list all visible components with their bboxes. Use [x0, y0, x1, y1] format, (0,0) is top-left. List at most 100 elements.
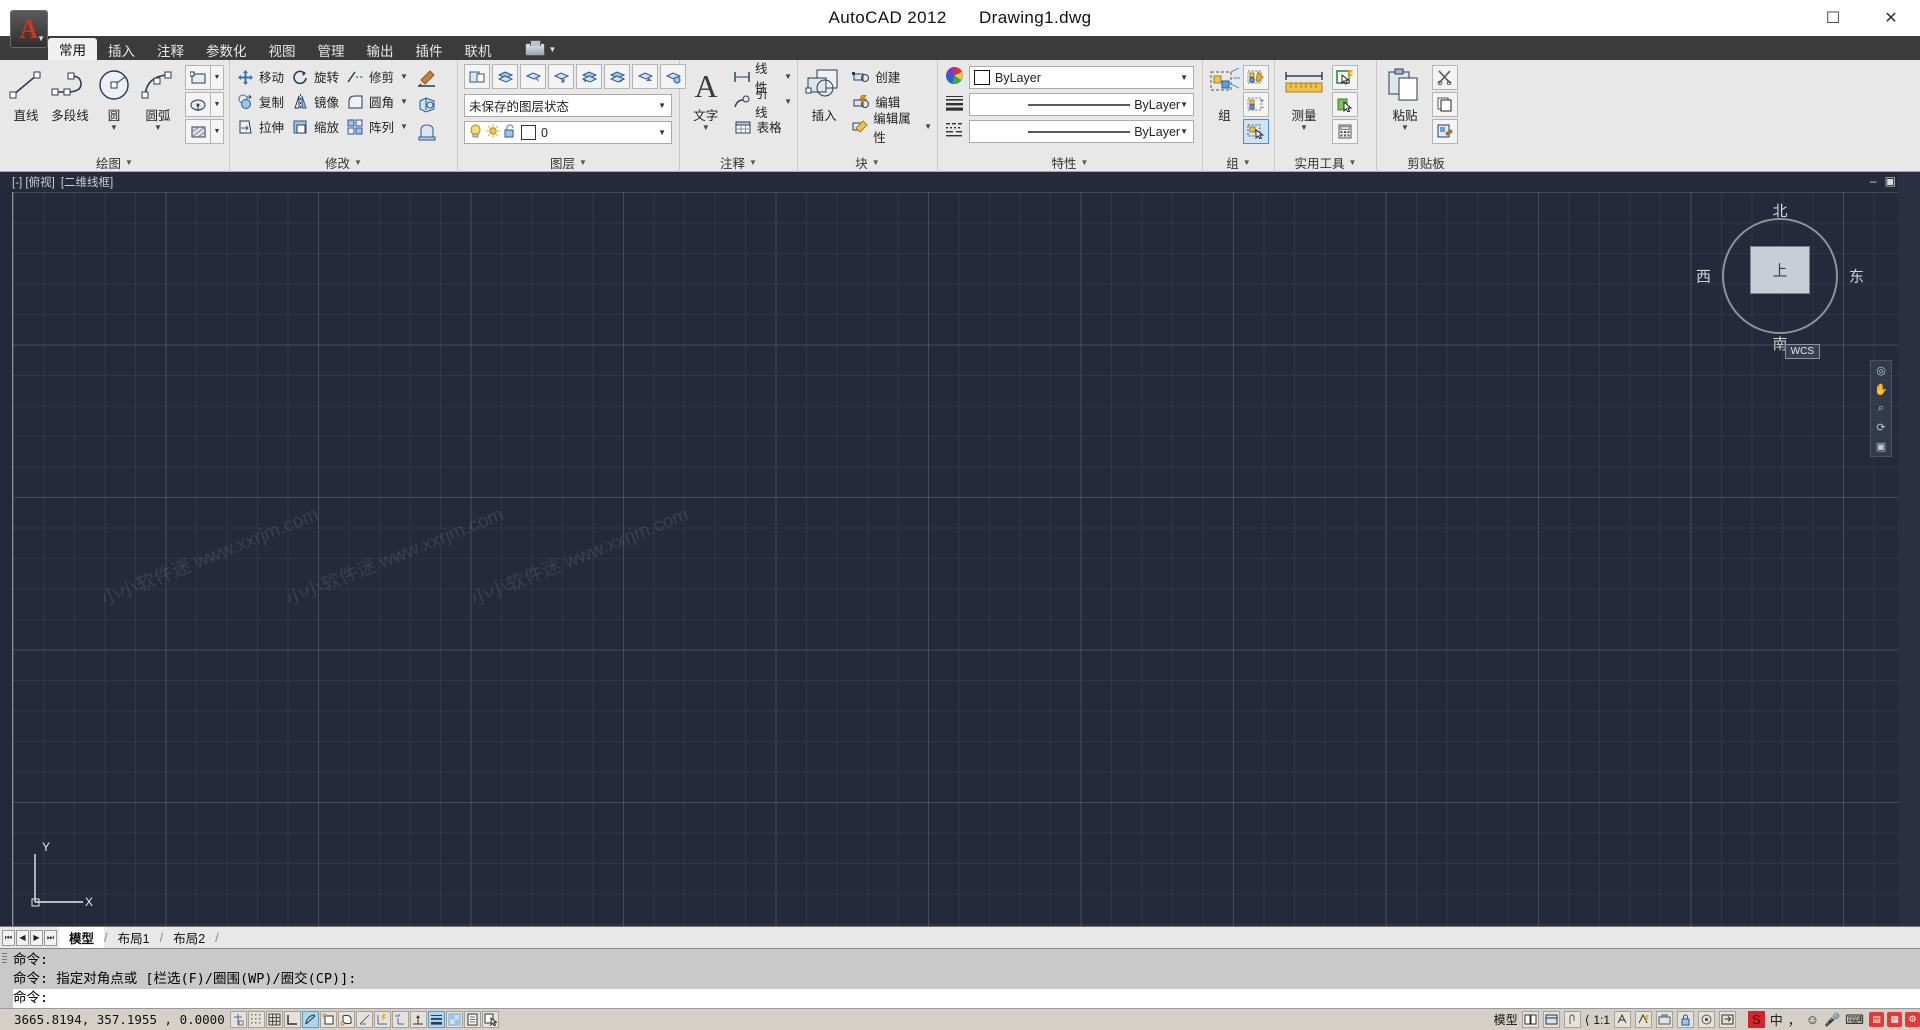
layout-tab-layout2[interactable]: 布局2 [163, 927, 216, 948]
toolbox-icon[interactable]: ▤ [1869, 1012, 1884, 1027]
smiley-icon[interactable]: ☺ [1806, 1012, 1819, 1027]
chevron-down-icon[interactable]: ▼ [110, 124, 118, 132]
command-line[interactable]: 命令: 命令: 指定对角点或 [栏选(F)/圈围(WP)/圈交(CP)]: 命令… [0, 948, 1920, 1008]
tray-settings-icon[interactable]: ⚙ [1905, 1012, 1920, 1027]
object-snap-icon[interactable] [320, 1011, 337, 1028]
draw-ellipse-button[interactable]: ▼ [185, 91, 224, 118]
property-color-row[interactable]: ByLayer ▼ [945, 65, 1194, 90]
layer-state-combo[interactable]: 未保存的图层状态 ▼ [464, 94, 672, 117]
draw-hatch-button[interactable]: ▼ [185, 118, 224, 145]
tab-联机[interactable]: 联机 [454, 39, 503, 60]
group-create-button[interactable]: 组 [1208, 64, 1241, 124]
chevron-down-icon[interactable]: ▼ [211, 65, 224, 90]
clean-screen-icon[interactable] [1719, 1011, 1737, 1028]
transparency-icon[interactable] [446, 1011, 463, 1028]
annotation-leader-button[interactable]: 引线 ▼ [733, 87, 792, 120]
layout-first-button[interactable]: ⏮ [2, 929, 15, 946]
lightbulb-icon[interactable] [469, 124, 482, 141]
chevron-down-icon[interactable]: ▼ [1401, 124, 1409, 132]
property-color-combo[interactable]: ByLayer ▼ [969, 66, 1194, 89]
tab-参数化[interactable]: 参数化 [195, 39, 258, 60]
chevron-down-icon[interactable]: ▼ [749, 158, 757, 167]
draw-polyline-button[interactable]: 多段线 [49, 64, 91, 124]
tab-插件[interactable]: 插件 [405, 39, 454, 60]
status-scale-label[interactable]: 1:1 [1593, 1013, 1610, 1027]
toolbar-lock-icon[interactable] [1677, 1011, 1695, 1028]
pan-status-icon[interactable] [1563, 1011, 1581, 1028]
coordinate-display[interactable]: 3665.8194, 357.1955 , 0.0000 [0, 1012, 230, 1027]
layout-next-button[interactable]: ▶ [30, 929, 43, 946]
chevron-down-icon[interactable]: ▼ [1180, 73, 1191, 82]
tab-视图[interactable]: 视图 [258, 39, 307, 60]
workspace-switching-icon[interactable] [1656, 1011, 1674, 1028]
group-selection-icon[interactable] [1243, 119, 1269, 144]
match-properties-icon[interactable] [414, 65, 440, 90]
grid-display-icon[interactable] [266, 1011, 283, 1028]
chevron-down-icon[interactable]: ▼ [400, 122, 408, 131]
draw-circle-button[interactable]: 圆 ▼ [93, 64, 135, 132]
select-similar-icon[interactable] [1332, 92, 1358, 117]
cut-icon[interactable] [1432, 65, 1458, 90]
keyboard-icon[interactable]: ⌨ [1845, 1012, 1864, 1028]
utilities-measure-button[interactable]: 测量 ▼ [1280, 64, 1328, 132]
chevron-down-icon[interactable]: ▼ [211, 92, 224, 117]
autoscale-icon[interactable] [1635, 1011, 1653, 1028]
selection-cycling-icon[interactable] [482, 1011, 499, 1028]
3d-solid-icon[interactable] [414, 92, 440, 117]
pan-hand-icon[interactable]: ✋ [1874, 383, 1888, 396]
view-cube-east-label[interactable]: 东 [1849, 266, 1864, 287]
annotation-visibility-icon[interactable] [1614, 1011, 1632, 1028]
modify-mirror-button[interactable]: 镜像 [290, 89, 339, 114]
layer-state-icon[interactable] [520, 64, 546, 89]
viewport-restore-button[interactable]: ▣ [1885, 174, 1896, 188]
model-space-canvas[interactable]: 小小软件迷 www.xxrjm.com 小小软件迷 www.xxrjm.com … [12, 192, 1898, 926]
hardware-acceleration-icon[interactable] [1698, 1011, 1716, 1028]
viewport-style-label[interactable]: [二维线框] [61, 174, 113, 190]
lineweight-icon[interactable] [428, 1011, 445, 1028]
chevron-down-icon[interactable]: ▼ [400, 97, 408, 106]
chevron-down-icon[interactable]: ▼ [658, 101, 669, 110]
property-lineweight-combo[interactable]: ByLayer ▼ [969, 93, 1194, 116]
ucs-icon[interactable] [392, 1011, 409, 1028]
object-snap-tracking-icon[interactable] [356, 1011, 373, 1028]
property-linetype-row[interactable]: ByLayer ▼ [945, 119, 1194, 144]
unlock-icon[interactable] [504, 124, 516, 141]
tab-插入[interactable]: 插入 [97, 39, 146, 60]
annotation-scale-icon[interactable]: ⟨ [1585, 1013, 1590, 1027]
layer-new-icon[interactable] [492, 64, 518, 89]
chevron-down-icon[interactable]: ▼ [400, 72, 408, 81]
quick-select-icon[interactable] [1332, 65, 1358, 90]
layer-previous-icon[interactable] [632, 64, 658, 89]
steering-wheel-icon[interactable]: ◎ [1876, 364, 1886, 377]
navigation-bar[interactable]: ◎ ✋ ⌕ ⟳ ▣ [1870, 360, 1892, 457]
chevron-down-icon[interactable]: ▼ [211, 119, 224, 144]
drawing-area[interactable]: [-] [俯视] [二维线框] – ▣ ✕ 小小软件迷 www.xxrjm.co… [0, 172, 1920, 926]
layer-off-icon[interactable] [604, 64, 630, 89]
modify-scale-button[interactable]: 缩放 [290, 114, 339, 139]
view-cube[interactable]: 上 北 南 东 西 [1696, 203, 1864, 353]
chevron-down-icon[interactable]: ▼ [1180, 127, 1191, 136]
annotation-table-button[interactable]: 表格 [733, 114, 792, 139]
chevron-down-icon[interactable]: ▼ [1180, 100, 1191, 109]
current-layer-combo[interactable]: 0 ▼ [464, 121, 672, 144]
quick-properties-icon[interactable] [464, 1011, 481, 1028]
modify-trim-button[interactable]: 修剪 ▼ [345, 64, 408, 89]
extrude-icon[interactable] [414, 119, 440, 144]
wcs-selector[interactable]: WCS [1784, 344, 1820, 359]
close-button[interactable]: ✕ [1862, 0, 1920, 36]
viewport-minimize-button[interactable]: – [1870, 174, 1877, 188]
layout-last-button[interactable]: ⏭ [44, 929, 57, 946]
chevron-down-icon[interactable]: ▼ [658, 128, 669, 137]
mic-icon[interactable]: 🎤 [1824, 1012, 1840, 1028]
draw-line-button[interactable]: 直线 [5, 64, 47, 124]
chevron-down-icon[interactable]: ▼ [1300, 124, 1308, 132]
chevron-down-icon[interactable]: ▼ [1349, 158, 1357, 167]
modify-stretch-button[interactable]: 拉伸 [235, 114, 284, 139]
modify-move-button[interactable]: 移动 [235, 64, 284, 89]
group-edit-icon[interactable] [1243, 65, 1269, 90]
layer-isolate-icon[interactable] [576, 64, 602, 89]
block-edit-attribute-button[interactable]: 编辑属性 ▼ [851, 112, 932, 145]
ortho-mode-icon[interactable] [284, 1011, 301, 1028]
tray-extra-icon[interactable]: ▦ [1887, 1012, 1902, 1027]
layer-properties-icon[interactable] [464, 64, 490, 89]
